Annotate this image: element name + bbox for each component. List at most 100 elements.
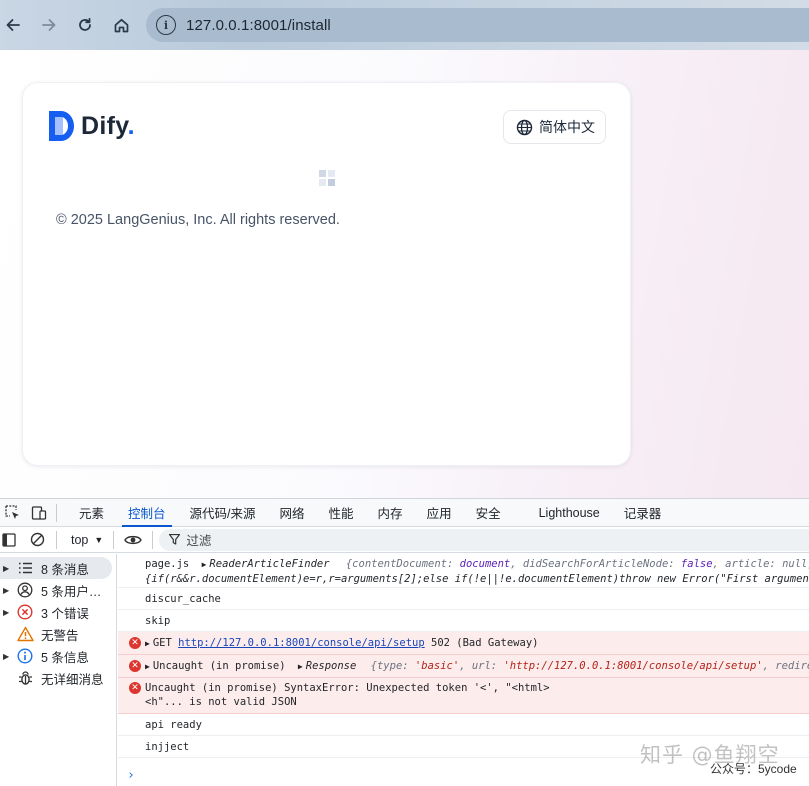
error-icon: ✕ [129,637,141,649]
error-icon: ✕ [129,682,141,694]
console-error-message[interactable]: ✕ ▶ Uncaught (in promise) ▶ Response {type… [118,655,809,678]
dify-logo: Dify. [49,111,135,141]
dify-logo-mark-icon [49,111,74,141]
object-preview: 'http://127.0.0.1:8001/console/api/setup… [503,660,763,672]
expand-triangle-icon[interactable]: ▶ [3,608,9,617]
devtools-tab[interactable]: 记录器 [612,499,674,527]
language-select-button[interactable]: 简体中文 [503,110,606,144]
expand-triangle-icon[interactable]: ▶ [202,560,207,569]
filter-placeholder: 过滤 [186,534,212,548]
reload-button[interactable] [68,8,102,42]
toolbar-divider [56,530,57,549]
expand-triangle-icon[interactable]: ▶ [3,652,9,661]
url-text: 127.0.0.1:8001/install [186,16,331,34]
devtools-tab[interactable]: 控制台 [116,499,178,527]
arrow-left-icon [6,19,20,31]
watermark-subtext: 公众号：5ycode [710,762,797,776]
toolbar-divider [56,503,57,522]
message-continuation: <h"... is not valid JSON [145,696,297,708]
home-button[interactable] [104,8,138,42]
devtools-tab[interactable]: 源代码/来源 [178,499,268,527]
expand-triangle-icon[interactable]: ▶ [298,662,303,671]
loading-spinner-icon [319,170,335,186]
request-method: GET [152,637,172,649]
toolbar-divider [113,530,115,549]
error-icon: ✕ [129,660,141,672]
sidebar-filter-item[interactable]: 无详细消息 [0,667,116,689]
toolbar-divider [152,530,154,549]
sidebar-filter-item[interactable]: ▶ 3 个错误 [0,601,116,623]
console-error-message[interactable]: ✕ ▶ GET http://127.0.0.1:8001/console/api… [118,632,809,655]
sidebar-filter-label: 5 条用户… [41,584,102,599]
expand-triangle-icon[interactable]: ▶ [145,639,150,648]
list-icon [16,559,34,577]
object-preview: , article: null, didS [712,558,809,570]
clear-console-button[interactable] [24,527,50,553]
console-filter-input[interactable]: 过滤 [159,528,809,551]
console-filter-bar: top ▼ 过滤 [0,527,809,553]
sidebar-filter-label: 无详细消息 [41,672,104,687]
caret-down-icon: ▼ [94,534,104,545]
object-preview: {type: [370,660,415,672]
console-message: api ready [118,714,809,736]
sidebar-filter-item[interactable]: ▶ 5 条信息 [0,645,116,667]
message-text: api ready [145,719,202,731]
filter-icon [169,534,181,545]
install-card: Dify. 简体中文 © 2025 LangGenius, Inc. All r… [22,82,631,466]
sidebar-toggle-button[interactable] [0,527,18,553]
devtools-tab[interactable]: Lighthouse [527,499,612,527]
clear-icon [30,532,44,547]
object-preview: , redirected [762,660,809,672]
expand-triangle-icon[interactable]: ▶ [3,564,9,573]
message-text: injject [145,741,190,753]
live-expression-button[interactable] [120,527,146,553]
reload-icon [79,17,91,31]
sidebar-panel-icon [2,532,16,547]
home-icon [114,18,128,32]
console-message[interactable]: page.js ▶ ReaderArticleFinder {contentDoc… [118,554,809,588]
back-button[interactable] [0,8,30,42]
console-prompt[interactable]: › [127,768,135,783]
object-preview: , didSearchForArticleNode: [510,558,681,570]
logo-text: Dify [81,111,128,140]
globe-icon [516,119,533,135]
sidebar-filter-label: 8 条消息 [41,562,89,577]
object-name: Response [305,660,357,672]
console-error-message[interactable]: ✕ Uncaught (in promise) SyntaxError: Une… [118,678,809,714]
expand-triangle-icon[interactable]: ▶ [145,662,150,671]
sidebar-filter-item[interactable]: ▶ 5 条用户… [0,579,116,601]
device-toolbar-button[interactable] [26,500,52,526]
console-message: discur_cache [118,588,809,610]
page-content: Dify. 简体中文 © 2025 LangGenius, Inc. All r… [0,50,809,498]
sidebar-filter-item[interactable]: 无警告 [0,623,116,645]
logo-dot: . [127,111,135,140]
devtools-tab[interactable]: 应用 [415,499,464,527]
devtools-tab[interactable]: 安全 [464,499,513,527]
inspect-element-button[interactable] [0,500,26,526]
expand-triangle-icon[interactable]: ▶ [3,586,9,595]
sidebar-filter-label: 5 条信息 [41,650,89,665]
devtools-tabs: 元素 控制台 源代码/来源 网络 性能 内存 应用 安全 Lighthouse 记录器 [67,499,673,527]
devtools-tab-bar: 元素 控制台 源代码/来源 网络 性能 内存 应用 安全 Lighthouse 记录器 [0,499,809,527]
console-sidebar: ▶ 8 条消息 ▶ 5 条用户… ▶ 3 个错误无警告 ▶ 5 条信息无详细消息 [0,554,117,786]
message-text: discur_cache [145,593,221,605]
devtools-tab[interactable]: 元素 [67,499,116,527]
site-info-icon[interactable]: i [156,15,176,35]
inspect-icon [5,504,19,519]
forward-button[interactable] [32,8,66,42]
arrow-right-icon [42,19,56,31]
devtools-tab[interactable]: 内存 [366,499,415,527]
error-icon [16,603,34,621]
context-select[interactable]: top ▼ [71,533,103,547]
sidebar-filter-label: 3 个错误 [41,606,89,621]
address-bar[interactable]: i 127.0.0.1:8001/install [146,8,809,42]
devtools-tab[interactable]: 性能 [317,499,366,527]
sidebar-filter-label: 无警告 [41,628,79,643]
request-url-link[interactable]: http://127.0.0.1:8001/console/api/setup [178,637,425,649]
info-icon [16,647,34,665]
sidebar-filter-item[interactable]: ▶ 8 条消息 [0,557,112,579]
devtools-tab[interactable]: 网络 [268,499,317,527]
source-file: page.js [145,558,190,570]
user-icon [16,581,34,599]
message-text: Uncaught (in promise) SyntaxError: Unexp… [145,682,550,694]
